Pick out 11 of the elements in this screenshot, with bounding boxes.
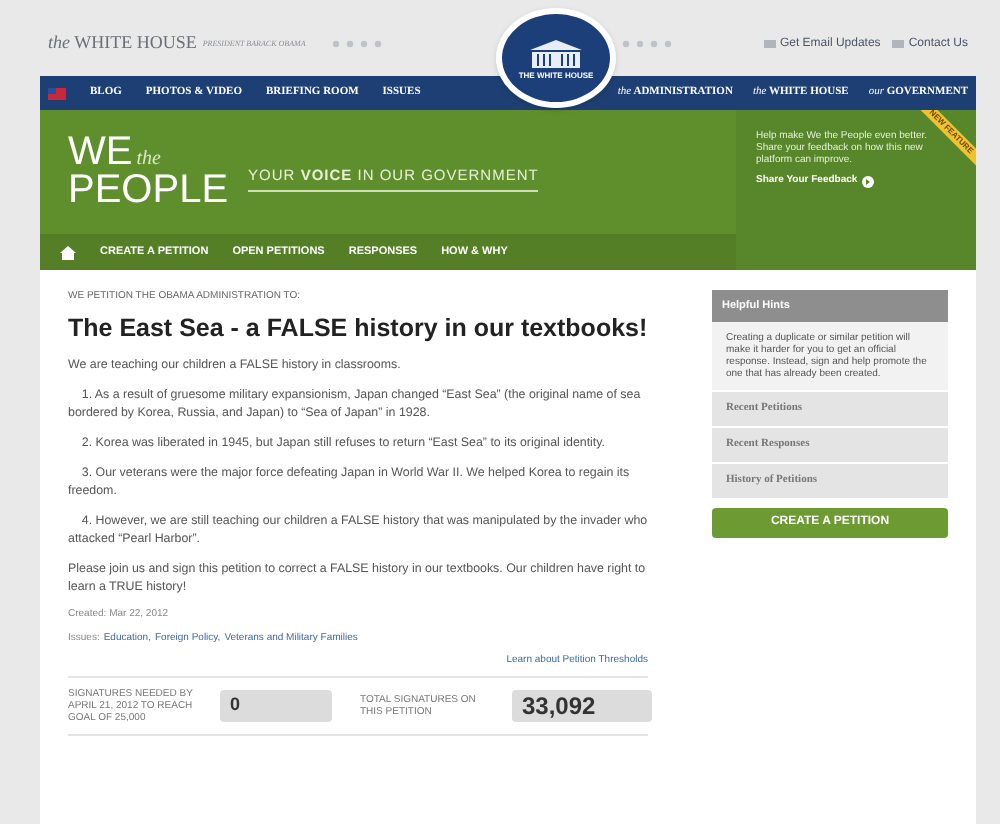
logo-the: the: [136, 150, 161, 170]
site-title[interactable]: the WHITE HOUSE: [48, 30, 197, 58]
home-icon[interactable]: [60, 245, 76, 259]
logo-people: PEOPLE: [68, 170, 229, 210]
arrow-circle-icon: [861, 175, 874, 188]
signature-count: 0: [220, 689, 332, 722]
building-icon: [526, 37, 586, 69]
flag-icon: [48, 87, 66, 99]
logo-we: WE: [68, 134, 133, 170]
signature-count: 33,092: [512, 689, 652, 722]
petition-title: The East Sea - a FALSE history in our textbooks!: [68, 311, 648, 346]
